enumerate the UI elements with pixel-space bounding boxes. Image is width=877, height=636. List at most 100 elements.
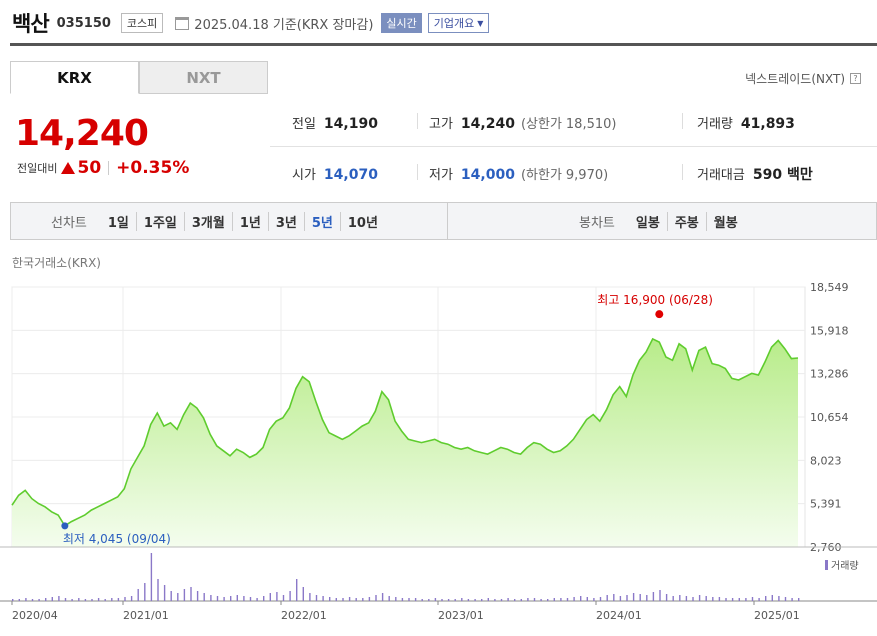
volume-bar	[619, 596, 622, 601]
volume-bar	[249, 597, 252, 601]
period-1d[interactable]: 1일	[101, 212, 136, 231]
help-icon[interactable]: ?	[850, 73, 861, 84]
nxt-link[interactable]: 넥스트레이드(NXT) ?	[745, 70, 861, 87]
period-3m[interactable]: 3개월	[183, 211, 232, 231]
volume-bar	[685, 596, 688, 601]
stat-label: 저가	[429, 168, 453, 183]
period-10y[interactable]: 10년	[339, 211, 385, 231]
company-overview-dropdown[interactable]: 기업개요 ▼	[427, 13, 490, 33]
volume-bars	[0, 546, 877, 602]
volume-bar	[12, 599, 14, 601]
volume-bar	[481, 599, 483, 601]
stats-divider	[270, 146, 877, 147]
stat-separator	[682, 113, 683, 129]
candle-chart-periods: 봉차트 일봉 주봉 월봉	[579, 203, 745, 239]
volume-bar	[137, 589, 139, 601]
chart-period-bar: 선차트 1일 1주일 3개월 1년 3년 5년 10년 봉차트 일봉 주봉 월봉	[10, 202, 877, 240]
stat-sub-value: 18,510)	[565, 117, 617, 132]
volume-bar	[461, 598, 463, 601]
period-5y[interactable]: 5년	[303, 211, 340, 231]
low-label: 최저 4,045 (09/04)	[63, 532, 171, 546]
volume-bar	[447, 599, 450, 601]
change-separator	[108, 161, 110, 175]
x-tick-label: 2024/01	[596, 609, 642, 622]
line-chart-periods: 선차트 1일 1주일 3개월 1년 3년 5년 10년	[51, 203, 385, 239]
volume-bar	[58, 596, 60, 601]
y-tick-label: 15,918	[810, 324, 849, 337]
stat-open: 시가 14,070	[292, 164, 378, 183]
period-bar-divider	[447, 203, 448, 239]
volume-bar	[157, 579, 159, 601]
price-change: 전일대비 50 +0.35%	[17, 158, 189, 178]
volume-bar	[210, 595, 212, 601]
header-divider	[10, 43, 877, 46]
candle-weekly[interactable]: 주봉	[666, 211, 706, 231]
volume-bar	[725, 598, 727, 601]
volume-bar	[639, 594, 641, 601]
exchange-tabs: KRX NXT	[10, 61, 268, 94]
stat-separator	[417, 164, 418, 180]
volume-bar	[613, 594, 615, 601]
volume-bar	[230, 596, 232, 601]
candle-daily[interactable]: 일봉	[629, 212, 667, 231]
volume-bar	[751, 597, 754, 601]
volume-bar	[302, 587, 304, 601]
volume-bar	[745, 598, 747, 601]
volume-bar	[177, 593, 179, 601]
high-marker	[655, 310, 664, 319]
volume-bar	[196, 591, 199, 601]
stat-amount: 거래대금 590 백만	[697, 164, 813, 184]
stat-value: 14,000	[460, 167, 515, 183]
volume-bar	[130, 596, 133, 601]
volume-bar	[124, 597, 126, 601]
volume-bar	[18, 599, 20, 601]
volume-bar	[216, 596, 219, 601]
volume-legend-label: 거래량	[831, 561, 859, 572]
price-area	[12, 338, 798, 547]
volume-bar	[395, 597, 397, 601]
volume-bar	[203, 593, 205, 601]
volume-legend: 거래량	[825, 557, 859, 572]
volume-bar	[712, 597, 714, 601]
volume-bar	[428, 599, 430, 601]
stat-prev-close: 전일 14,190	[292, 113, 378, 132]
volume-bar	[560, 598, 562, 601]
volume-bar	[414, 598, 417, 601]
volume-bar	[368, 597, 371, 601]
market-badge: 코스피	[120, 13, 164, 33]
period-1y[interactable]: 1년	[231, 211, 268, 231]
volume-bar	[91, 599, 93, 601]
volume-bar	[632, 593, 635, 601]
volume-bar	[784, 597, 787, 601]
quote-date: 2025.04.18 기준(KRX 장마감)	[194, 17, 374, 33]
stat-sub-label: (하한가	[520, 168, 562, 183]
volume-bar	[348, 597, 351, 601]
volume-bar	[282, 595, 285, 601]
period-1w[interactable]: 1주일	[135, 211, 184, 231]
y-axis-labels: 18,54915,91813,28610,6548,0235,3912,760	[810, 281, 849, 554]
candle-monthly[interactable]: 월봉	[705, 211, 745, 231]
tab-krx[interactable]: KRX	[10, 61, 139, 94]
volume-bar	[798, 598, 800, 601]
stat-label: 시가	[292, 168, 316, 183]
volume-bar	[97, 598, 100, 601]
realtime-button[interactable]: 실시간	[381, 13, 422, 33]
volume-bar	[553, 598, 555, 601]
volume-bar	[500, 599, 503, 601]
high-label: 최고 16,900 (06/28)	[597, 293, 713, 307]
volume-bar	[474, 599, 476, 601]
tab-nxt[interactable]: NXT	[139, 61, 268, 94]
y-tick-label: 8,023	[810, 454, 842, 467]
calendar-icon	[175, 16, 190, 30]
volume-bar	[117, 598, 120, 601]
volume-bar	[692, 597, 694, 601]
volume-bar	[315, 595, 318, 601]
volume-bar	[78, 598, 80, 601]
volume-swatch	[825, 559, 828, 570]
stat-label: 고가	[429, 117, 453, 132]
period-3y[interactable]: 3년	[267, 211, 304, 231]
stock-header: 백산 035150 코스피 2025.04.18 기준(KRX 장마감) 실시간…	[12, 6, 877, 40]
x-tick-label: 2025/01	[754, 609, 800, 622]
volume-bar	[731, 598, 734, 601]
line-chart-title: 선차트	[51, 215, 87, 231]
